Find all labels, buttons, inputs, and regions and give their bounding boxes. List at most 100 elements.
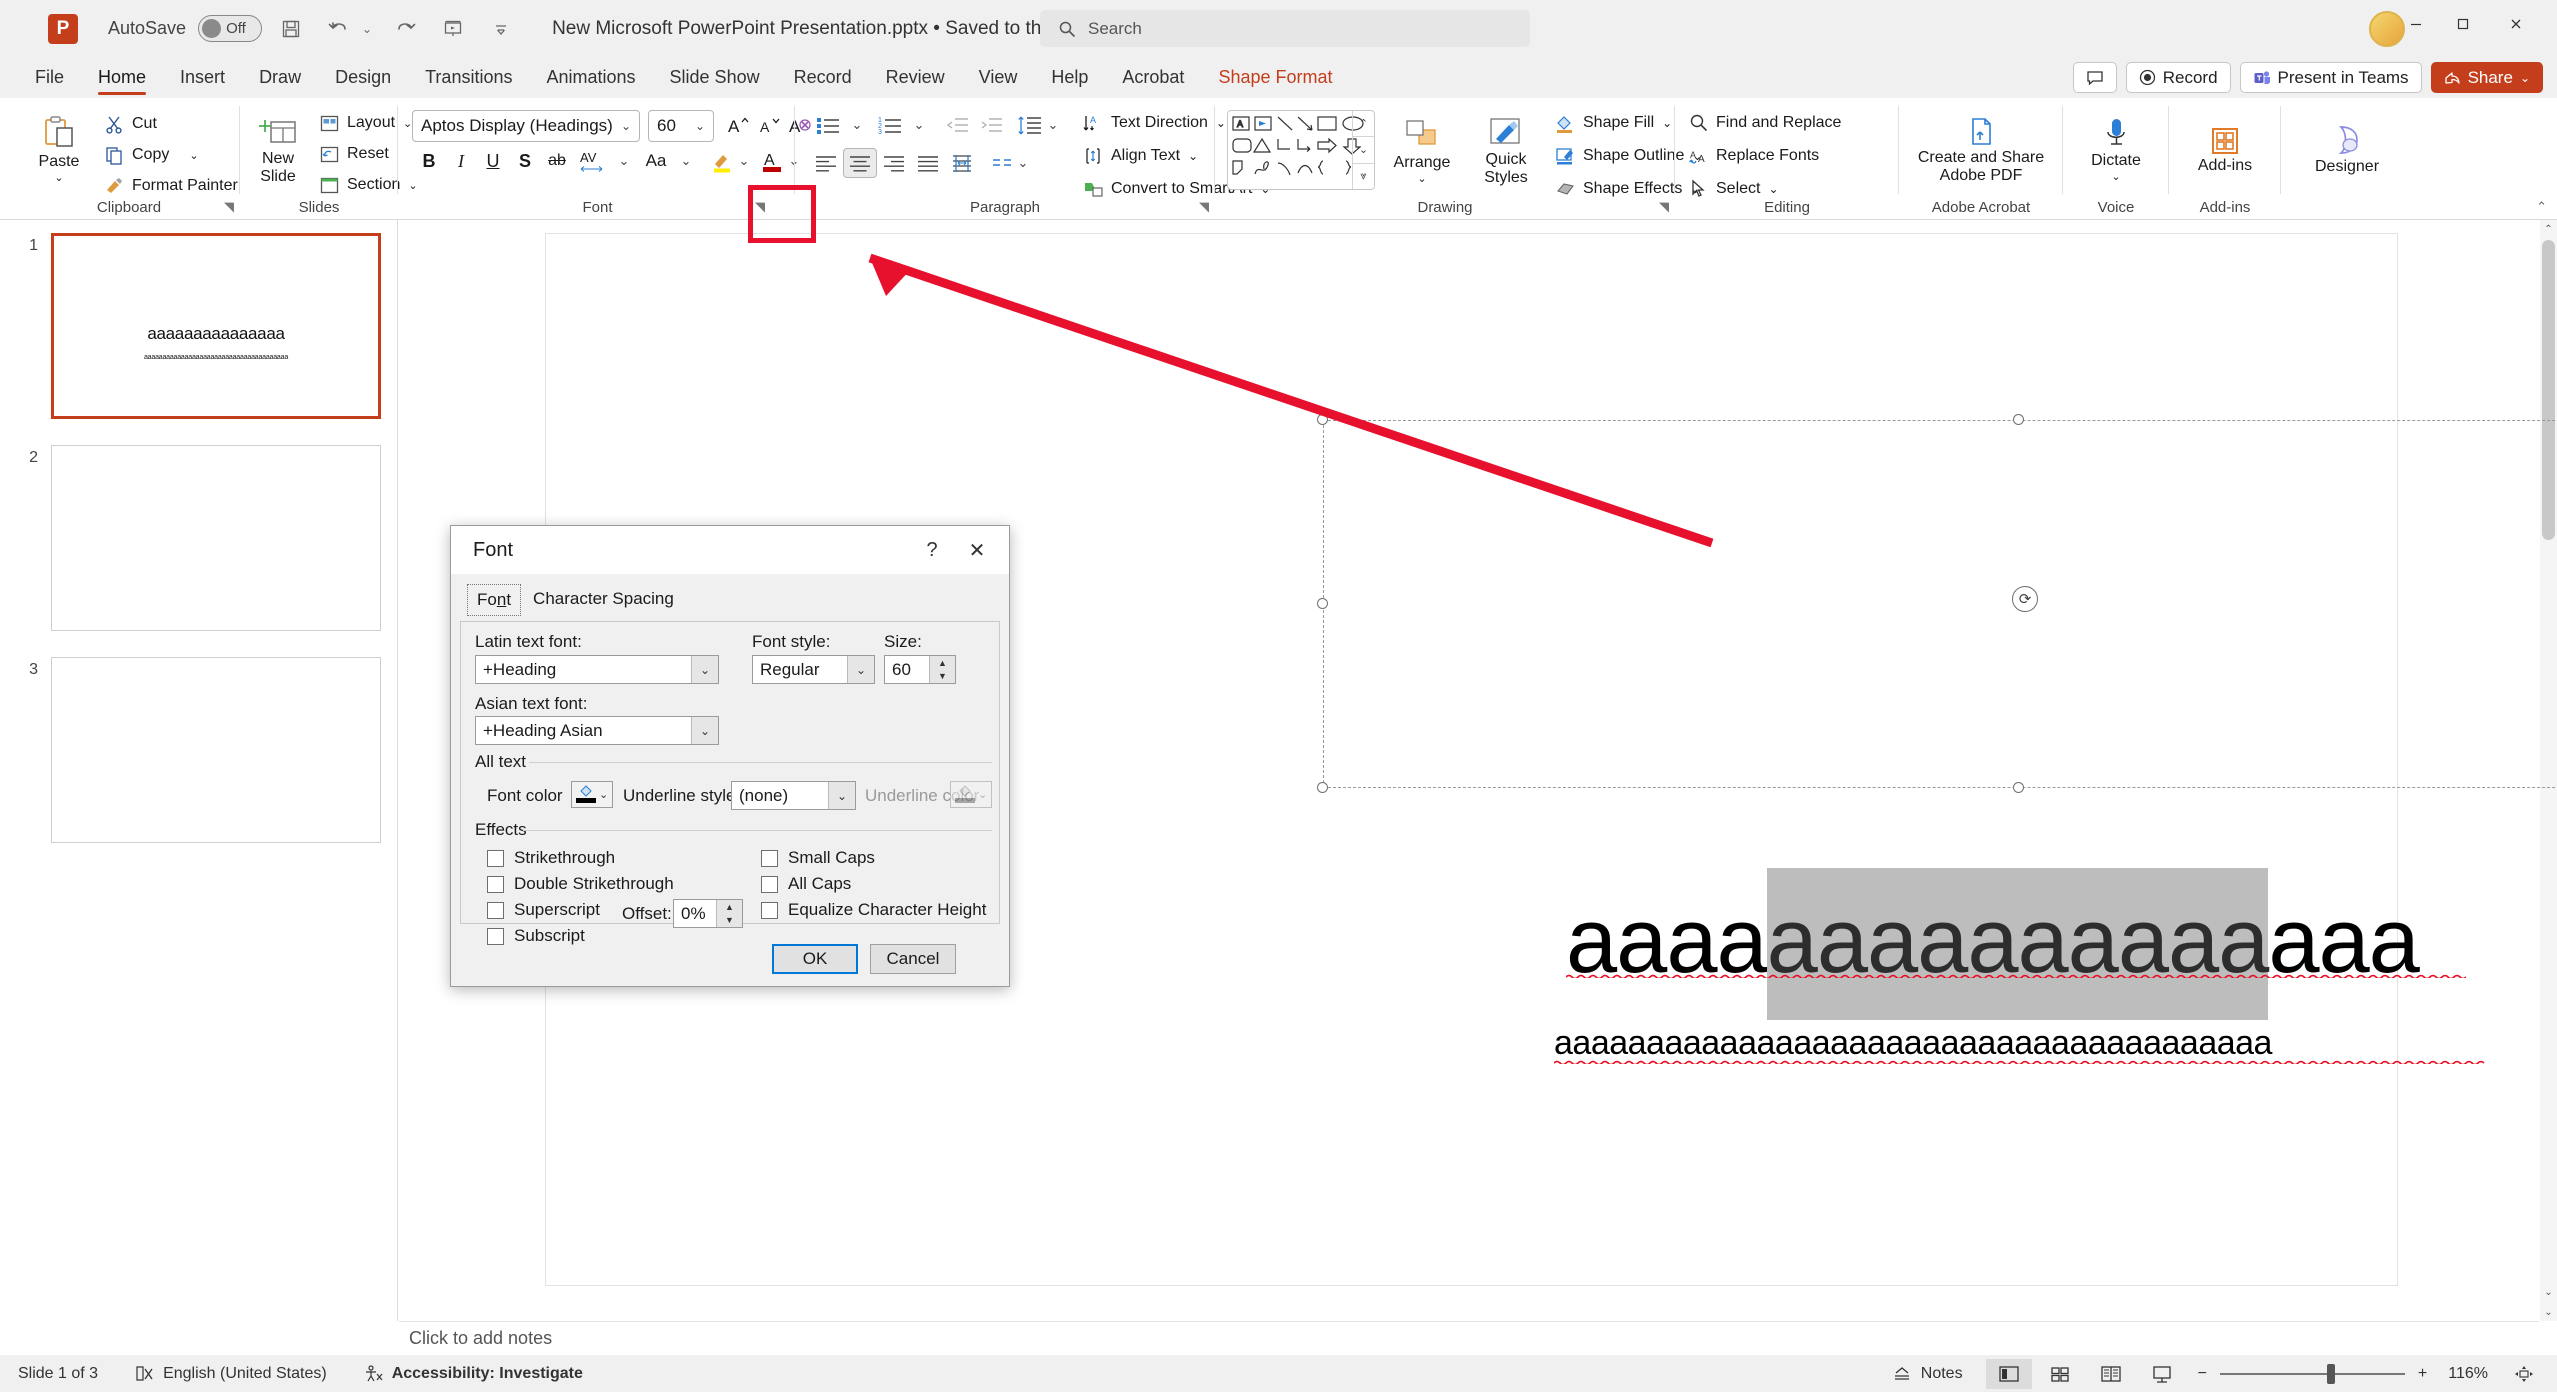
fit-to-window-button[interactable] <box>2501 1359 2547 1389</box>
font-name-chevron-icon[interactable]: ⌄ <box>613 119 639 133</box>
shapes-gallery[interactable]: A ⌃ ⌄ ⩔ <box>1227 110 1375 190</box>
zoom-out-button[interactable]: − <box>2190 1365 2215 1383</box>
autosave-toggle[interactable]: Off <box>198 15 263 42</box>
strikethrough-button[interactable]: ab <box>540 146 574 176</box>
zoom-slider[interactable] <box>2219 1359 2405 1389</box>
bullets-button[interactable] <box>809 110 847 140</box>
equalize-character-height-checkbox-box[interactable] <box>761 901 778 919</box>
align-center-button[interactable] <box>843 148 877 178</box>
size-spin-down-icon[interactable]: ▼ <box>930 670 955 684</box>
checkbox-all-caps[interactable]: All Caps <box>761 874 851 894</box>
select-button[interactable]: Select ⌄ <box>1689 179 1779 198</box>
checkbox-small-caps[interactable]: Small Caps <box>761 848 875 868</box>
all-caps-checkbox-box[interactable] <box>761 875 778 893</box>
font-size-combo[interactable]: 60 ⌄ <box>648 110 714 142</box>
align-text-button[interactable]: Align Text ⌄ <box>1083 146 1198 166</box>
slide-subtitle-text[interactable]: aaaaaaaaaaaaaaaaaaaaaaaaaaaaaaaaaaaaaaa <box>1554 1024 2272 1063</box>
reset-button[interactable]: Reset <box>320 145 389 163</box>
customize-quick-access-icon[interactable] <box>482 12 520 46</box>
character-spacing-button[interactable]: AV <box>572 146 614 176</box>
notes-button[interactable]: Notes <box>1874 1365 1981 1383</box>
font-dialog[interactable]: Font ? ✕ Font Character Spacing Latin te… <box>450 525 1010 987</box>
increase-indent-button[interactable] <box>975 110 1009 140</box>
replace-fonts-button[interactable]: AA Replace Fonts <box>1689 146 1819 165</box>
save-icon[interactable] <box>272 12 310 46</box>
bullets-chevron-icon[interactable]: ⌄ <box>847 110 867 140</box>
select-chevron-icon[interactable]: ⌄ <box>1768 182 1778 196</box>
tab-animations[interactable]: Animations <box>529 57 652 98</box>
decrease-font-size-button[interactable]: A <box>754 110 788 140</box>
view-reading-button[interactable] <box>2088 1359 2134 1389</box>
offset-spin-up-icon[interactable]: ▲ <box>717 900 742 914</box>
shapes-scroll-up-icon[interactable]: ⌃ <box>1353 111 1374 136</box>
asian-text-font-combo[interactable]: +Heading Asian ⌄ <box>475 716 719 745</box>
underline-button[interactable]: U <box>476 146 510 176</box>
font-name-combo[interactable]: Aptos Display (Headings) ⌄ <box>412 110 640 142</box>
font-dialog-close-button[interactable]: ✕ <box>959 535 995 565</box>
new-slide-button[interactable]: New Slide <box>246 108 310 194</box>
resize-handle-top-center[interactable] <box>2013 414 2024 425</box>
resize-handle-bottom-center[interactable] <box>2013 782 2024 793</box>
redo-icon[interactable] <box>386 12 424 46</box>
start-presentation-icon[interactable] <box>434 12 472 46</box>
font-style-chevron-icon[interactable]: ⌄ <box>847 656 874 683</box>
checkbox-superscript[interactable]: Superscript <box>487 900 600 920</box>
close-button[interactable] <box>2492 0 2539 47</box>
create-and-share-adobe-pdf-button[interactable]: Create and Share Adobe PDF <box>1903 106 2059 194</box>
tab-slide-show[interactable]: Slide Show <box>653 57 777 98</box>
strikethrough-checkbox-box[interactable] <box>487 849 504 867</box>
resize-handle-bottom-left[interactable] <box>1317 782 1328 793</box>
tab-design[interactable]: Design <box>318 57 408 98</box>
zoom-level-label[interactable]: 116% <box>2440 1365 2496 1383</box>
dialog-tab-font[interactable]: Font <box>467 584 522 616</box>
size-spinner-buttons[interactable]: ▲ ▼ <box>929 656 955 683</box>
checkbox-equalize-character-height[interactable]: Equalize Character Height <box>761 900 986 920</box>
title-textbox-selection[interactable] <box>1323 420 2557 788</box>
font-style-combo[interactable]: Regular ⌄ <box>752 655 875 684</box>
underline-style-chevron-icon[interactable]: ⌄ <box>828 782 855 809</box>
resize-handle-middle-left[interactable] <box>1317 598 1328 609</box>
font-dialog-help-button[interactable]: ? <box>917 535 947 565</box>
accessibility-status[interactable]: Accessibility: Investigate <box>345 1365 601 1383</box>
addins-button[interactable]: Add-ins <box>2173 106 2277 194</box>
double-strikethrough-checkbox-box[interactable] <box>487 875 504 893</box>
latin-font-chevron-icon[interactable]: ⌄ <box>691 656 718 683</box>
view-slide-sorter-button[interactable] <box>2037 1359 2083 1389</box>
rotate-handle-icon[interactable]: ⟳ <box>2012 586 2038 612</box>
latin-text-font-combo[interactable]: +Heading ⌄ <box>475 655 719 684</box>
paste-button[interactable]: Paste ⌄ <box>26 108 92 190</box>
change-case-button[interactable]: Aa <box>636 146 676 176</box>
increase-font-size-button[interactable]: A <box>722 110 756 140</box>
dictate-chevron-icon[interactable]: ⌄ <box>2111 171 2120 184</box>
cut-button[interactable]: Cut <box>104 114 157 134</box>
slide-count-label[interactable]: Slide 1 of 3 <box>0 1365 116 1383</box>
text-direction-button[interactable]: A Text Direction ⌄ <box>1083 113 1226 133</box>
tab-shape-format[interactable]: Shape Format <box>1201 57 1349 98</box>
tab-file[interactable]: File <box>18 57 81 98</box>
arrange-button[interactable]: Arrange ⌄ <box>1383 110 1461 194</box>
share-chevron-icon[interactable]: ⌄ <box>2520 71 2530 85</box>
scroll-up-icon[interactable]: ⌃ <box>2540 220 2557 238</box>
size-spin-up-icon[interactable]: ▲ <box>930 656 955 670</box>
tab-home[interactable]: Home <box>81 57 163 98</box>
change-case-chevron-icon[interactable]: ⌄ <box>676 146 696 176</box>
slide-thumbnail-surface[interactable] <box>51 657 381 843</box>
slide-thumbnail-2[interactable]: 2 <box>8 445 381 631</box>
bold-button[interactable]: B <box>412 146 446 176</box>
tab-insert[interactable]: Insert <box>163 57 242 98</box>
minimize-button[interactable] <box>2392 0 2439 47</box>
columns-button[interactable] <box>945 148 979 178</box>
underline-style-combo[interactable]: (none) ⌄ <box>731 781 856 810</box>
shape-fill-button[interactable]: Shape Fill ⌄ <box>1555 113 1672 133</box>
slide-thumbnail-surface[interactable] <box>51 445 381 631</box>
slide-thumbnail-surface[interactable]: aaaaaaaaaaaaaaa aaaaaaaaaaaaaaaaaaaaaaaa… <box>51 233 381 419</box>
ribbon-collapse-icon[interactable]: ⌃ <box>2536 199 2547 215</box>
dictate-button[interactable]: Dictate ⌄ <box>2067 106 2165 194</box>
font-dialog-ok-button[interactable]: OK <box>772 944 858 974</box>
align-text-chevron-icon[interactable]: ⌄ <box>1188 149 1198 163</box>
shapes-scroll-down-icon[interactable]: ⌄ <box>1353 136 1374 162</box>
dialog-tab-character-spacing[interactable]: Character Spacing <box>524 584 683 616</box>
text-shadow-button[interactable]: S <box>508 146 542 176</box>
tab-view[interactable]: View <box>962 57 1035 98</box>
resize-handle-top-left[interactable] <box>1317 414 1328 425</box>
